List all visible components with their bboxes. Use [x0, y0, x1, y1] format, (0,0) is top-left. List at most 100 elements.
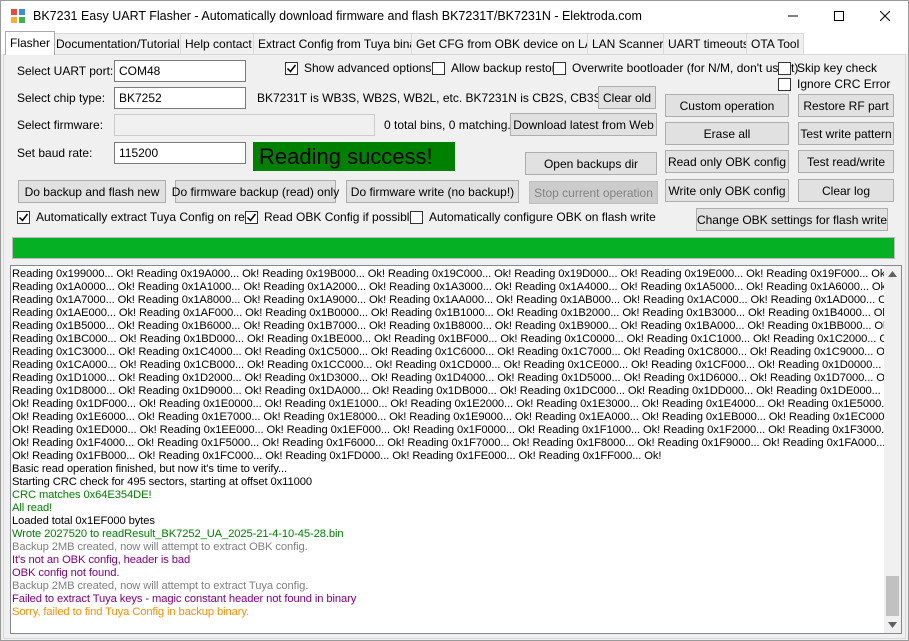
test-read-write-button[interactable]: Test read/write — [798, 150, 894, 173]
backup-and-flash-button[interactable]: Do backup and flash new — [18, 180, 166, 203]
chip-type-value: BK7252 — [119, 91, 162, 105]
uart-port-select[interactable]: COM48 — [114, 60, 246, 82]
checkbox-empty-icon — [553, 61, 566, 75]
log-line: Reading 0x199000... Ok! Reading 0x19A000… — [12, 268, 884, 280]
ignore-crc-error-checkbox[interactable]: Ignore CRC Error — [778, 77, 890, 91]
baud-rate-value: 115200 — [119, 146, 159, 160]
auto-extract-tuya-checkbox[interactable]: Automatically extract Tuya Config on rea… — [17, 210, 258, 224]
checkbox-checked-icon — [17, 210, 30, 224]
stop-operation-button[interactable]: Stop current operation — [529, 181, 658, 204]
overwrite-bootloader-checkbox[interactable]: Overwrite bootloader (for N/M, don't use… — [553, 61, 798, 75]
erase-all-button[interactable]: Erase all — [665, 122, 789, 145]
log-line: All read! — [12, 502, 53, 514]
log-line: Ok! Reading 0x1DF000... Ok! Reading 0x1E… — [12, 398, 884, 410]
log-line: Reading 0x1A0000... Ok! Reading 0x1A1000… — [12, 281, 884, 293]
tab-flasher[interactable]: Flasher — [5, 31, 56, 55]
log-line: Failed to extract Tuya keys - magic cons… — [12, 593, 357, 605]
allow-backup-restore-checkbox[interactable]: Allow backup restore — [432, 61, 562, 75]
show-advanced-checkbox[interactable]: Show advanced options — [285, 61, 431, 75]
log-line: Reading 0x1CA000... Ok! Reading 0x1CB000… — [12, 359, 884, 371]
log-line: OBK config not found. — [12, 567, 120, 579]
bins-info-text: 0 total bins, 0 matching. — [384, 118, 511, 132]
checkbox-checked-icon — [285, 61, 298, 75]
log-output[interactable]: Reading 0x199000... Ok! Reading 0x19A000… — [10, 265, 902, 634]
chip-type-select[interactable]: BK7252 — [114, 87, 246, 109]
tab-get-cfg-lan[interactable]: Get CFG from OBK device on LAN — [411, 33, 607, 54]
auto-configure-obk-label: Automatically configure OBK on flash wri… — [429, 210, 656, 224]
maximize-button[interactable] — [816, 1, 862, 31]
tab-lan-scanner[interactable]: LAN Scanner — [587, 33, 669, 54]
ignore-crc-error-label: Ignore CRC Error — [797, 77, 891, 91]
minimize-button[interactable] — [770, 1, 816, 31]
minimize-icon — [788, 15, 798, 17]
show-advanced-label: Show advanced options — [304, 61, 432, 75]
log-line: Ok! Reading 0x1F4000... Ok! Reading 0x1F… — [12, 437, 884, 449]
chip-info-text: BK7231T is WB3S, WB2S, WB2L, etc. BK7231… — [257, 91, 625, 105]
progress-bar — [12, 237, 895, 259]
firmware-write-button[interactable]: Do firmware write (no backup!) — [346, 180, 519, 203]
tab-help-contact[interactable]: Help contact — [180, 33, 257, 54]
log-line: Ok! Reading 0x1ED000... Ok! Reading 0x1E… — [12, 424, 884, 436]
chip-type-label: Select chip type: — [17, 91, 106, 105]
allow-backup-restore-label: Allow backup restore — [451, 61, 563, 75]
log-line: Reading 0x1A7000... Ok! Reading 0x1A8000… — [12, 294, 884, 306]
log-line: Basic read operation finished, but now i… — [12, 463, 288, 475]
app-icon — [11, 9, 25, 23]
read-obk-config-checkbox[interactable]: Read OBK Config if possible — [245, 210, 416, 224]
change-obk-settings-button[interactable]: Change OBK settings for flash write — [696, 208, 888, 231]
clear-old-button[interactable]: Clear old — [598, 86, 656, 109]
write-only-obk-button[interactable]: Write only OBK config — [665, 179, 789, 202]
log-line: Ok! Reading 0x1FB000... Ok! Reading 0x1F… — [12, 450, 662, 462]
download-latest-button[interactable]: Download latest from Web — [510, 113, 657, 136]
log-line: CRC matches 0x64E354DE! — [12, 489, 152, 501]
progress-fill — [13, 238, 894, 258]
app-window: BK7231 Easy UART Flasher - Automatically… — [0, 0, 909, 641]
read-only-obk-button[interactable]: Read only OBK config — [665, 150, 789, 173]
tab-extract-config[interactable]: Extract Config from Tuya binary — [253, 33, 432, 54]
window-title: BK7231 Easy UART Flasher - Automatically… — [33, 9, 642, 23]
scroll-up-icon[interactable] — [888, 271, 897, 277]
log-line: Reading 0x1D8000... Ok! Reading 0x1D9000… — [12, 385, 881, 397]
uart-port-label: Select UART port: — [17, 64, 114, 78]
custom-operation-button[interactable]: Custom operation — [665, 94, 789, 117]
log-line: Starting CRC check for 495 sectors, star… — [12, 476, 312, 488]
log-line: Reading 0x1B5000... Ok! Reading 0x1B6000… — [12, 320, 884, 332]
scrollbar-thumb[interactable] — [886, 576, 899, 616]
restore-rf-button[interactable]: Restore RF part — [798, 94, 894, 117]
read-obk-config-label: Read OBK Config if possible — [264, 210, 417, 224]
log-line: Backup 2MB created, now will attempt to … — [12, 541, 308, 553]
title-bar: BK7231 Easy UART Flasher - Automatically… — [1, 1, 908, 31]
tab-ota-tool[interactable]: OTA Tool — [746, 33, 805, 54]
log-scrollbar[interactable] — [884, 266, 901, 633]
tab-documentation[interactable]: Documentation/Tutorials — [51, 33, 191, 54]
checkbox-checked-icon — [245, 210, 258, 224]
baud-rate-select[interactable]: 115200 — [114, 142, 246, 164]
baud-rate-label: Set baud rate: — [17, 146, 93, 160]
clear-log-button[interactable]: Clear log — [798, 179, 894, 202]
close-button[interactable] — [862, 1, 908, 31]
scroll-down-icon[interactable] — [888, 622, 897, 628]
log-line: Sorry, failed to find Tuya Config in bac… — [12, 606, 250, 618]
tab-uart-timeouts[interactable]: UART timeouts — [663, 33, 754, 54]
close-icon — [880, 11, 890, 21]
firmware-select[interactable] — [114, 114, 375, 136]
log-line: Backup 2MB created, now will attempt to … — [12, 580, 309, 592]
checkbox-empty-icon — [410, 210, 423, 224]
log-line: Wrote 2027520 to readResult_BK7252_UA_20… — [12, 528, 344, 540]
log-line: Reading 0x1BC000... Ok! Reading 0x1BD000… — [12, 333, 884, 345]
maximize-icon — [834, 11, 844, 21]
checkbox-empty-icon — [778, 61, 791, 75]
firmware-label: Select firmware: — [17, 118, 104, 132]
log-line: Reading 0x1AE000... Ok! Reading 0x1AF000… — [12, 307, 884, 319]
checkbox-empty-icon — [778, 77, 791, 91]
test-write-pattern-button[interactable]: Test write pattern — [798, 122, 894, 145]
open-backups-button[interactable]: Open backups dir — [525, 152, 657, 175]
skip-key-check-checkbox[interactable]: Skip key check — [778, 61, 877, 75]
log-lines: Reading 0x199000... Ok! Reading 0x19A000… — [12, 268, 884, 619]
skip-key-check-label: Skip key check — [797, 61, 878, 75]
status-label: Reading success! — [253, 142, 455, 171]
log-line: Reading 0x1C3000... Ok! Reading 0x1C4000… — [12, 346, 884, 358]
auto-configure-obk-checkbox[interactable]: Automatically configure OBK on flash wri… — [410, 210, 656, 224]
log-line: It's not an OBK config, header is bad — [12, 554, 191, 566]
firmware-backup-read-button[interactable]: Do firmware backup (read) only — [172, 180, 339, 203]
